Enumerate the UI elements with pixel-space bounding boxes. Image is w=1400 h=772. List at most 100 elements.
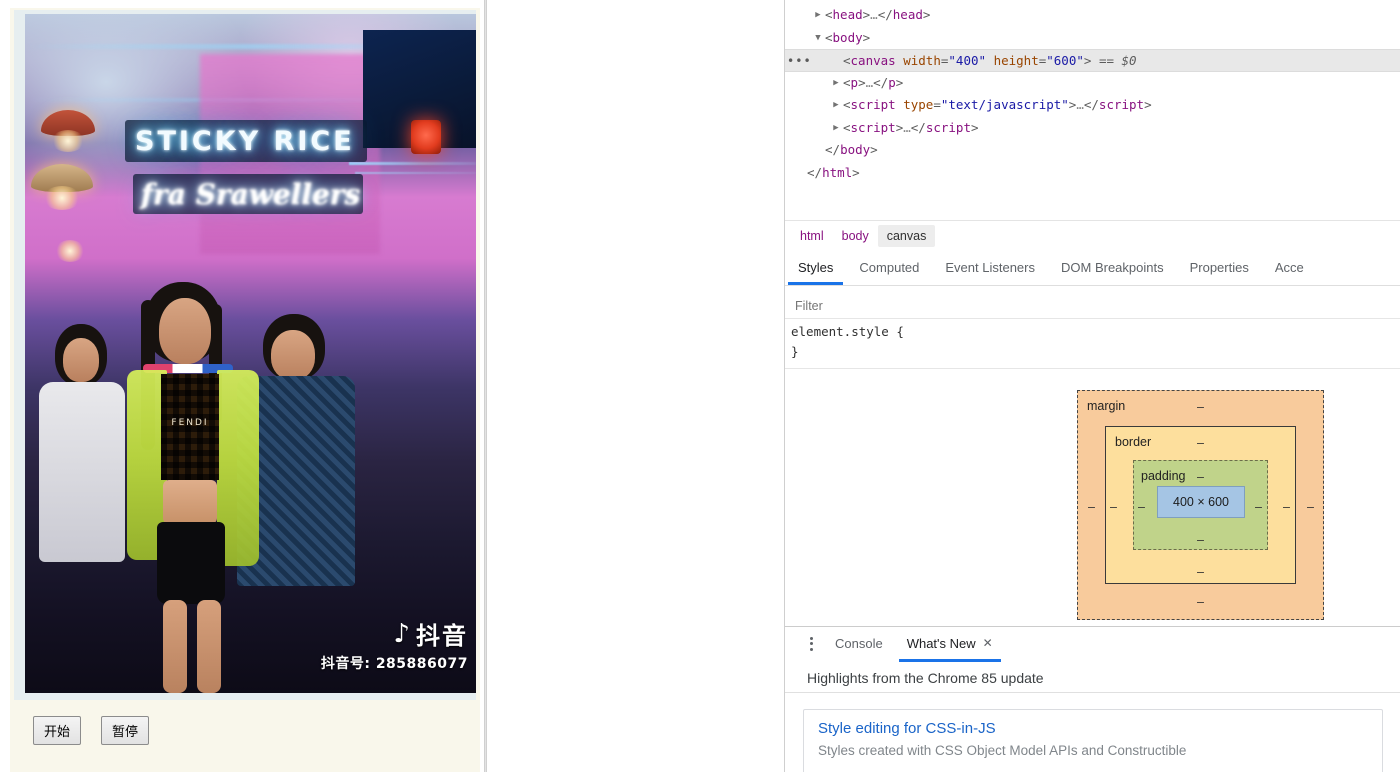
chevron-right-icon[interactable]: ▶	[827, 72, 845, 95]
douyin-watermark: ♪ 抖音 抖音号: 285886077	[321, 616, 468, 673]
devtools-drawer: Console What's New ✕ Highlights from the C…	[785, 626, 1400, 772]
close-icon[interactable]: ✕	[983, 636, 993, 650]
element-style-rule[interactable]: element.style { }	[785, 322, 1400, 369]
dom-tree-node[interactable]: </html>	[785, 162, 1400, 185]
watermark-user-id: 抖音号: 285886077	[320, 656, 468, 672]
fendi-brand-label: FENDI	[171, 418, 209, 428]
blank-region	[487, 0, 784, 772]
watermark-row: ♪ 抖音	[321, 616, 468, 651]
box-model-content-size[interactable]: 400 × 600	[1157, 486, 1245, 518]
box-model-padding-right-value[interactable]: –	[1255, 501, 1262, 514]
styles-filter-input[interactable]	[793, 297, 1113, 314]
fendi-crop-top: FENDI	[161, 374, 219, 480]
tiktok-note-icon: ♪	[393, 618, 410, 649]
person-foreground-main: FENDI	[113, 282, 263, 693]
drawer-tab-label: Console	[835, 635, 883, 651]
tab-computed[interactable]: Computed	[846, 252, 932, 284]
chevron-right-icon[interactable]: ▶	[809, 4, 827, 27]
page-control-buttons: 开始 暂停	[33, 716, 150, 745]
dom-node-markup: </html>	[807, 164, 860, 180]
whats-new-card-description: Styles created with CSS Object Model API…	[818, 743, 1187, 758]
dom-tree-node[interactable]: ▼ <body>	[785, 27, 1400, 50]
box-model-border-bottom-value[interactable]: –	[1197, 566, 1204, 579]
tab-properties[interactable]: Properties	[1177, 252, 1262, 284]
whats-new-card[interactable]: Style editing for CSS-in-JS Styles creat…	[803, 709, 1383, 772]
whats-new-subtitle: Highlights from the Chrome 85 update	[785, 663, 1400, 693]
dom-node-markup: <script>…</script>	[843, 119, 979, 135]
rendered-page-pane: STICKY RICE fra Srawellers FENDI ♪ 抖音 抖音…	[0, 0, 486, 772]
lamp-glow-2	[43, 186, 81, 210]
tab-styles[interactable]: Styles	[785, 252, 846, 285]
drawer-tabbar: Console What's New ✕	[785, 627, 1400, 662]
leg-right	[197, 600, 221, 693]
devtools-window: STICKY RICE fra Srawellers FENDI ♪ 抖音 抖音…	[0, 0, 1400, 772]
watermark-brand: 抖音	[416, 622, 468, 650]
lamp-glow-1	[51, 130, 85, 152]
face-bg-right	[271, 330, 315, 380]
dom-node-markup: <head>…</head>	[825, 7, 931, 22]
dom-node-badge-icon[interactable]: •••	[787, 54, 812, 68]
face-bg-left	[63, 338, 99, 382]
breadcrumb-item-canvas[interactable]: canvas	[877, 224, 936, 247]
dom-tree-node[interactable]: ••• <canvas width="400" height="600"> == …	[785, 49, 1400, 72]
sticky-rice-sign-text: STICKY RICE	[135, 126, 355, 157]
box-model-padding-bottom-value[interactable]: –	[1197, 534, 1204, 547]
box-model-margin-right-value[interactable]: –	[1307, 501, 1314, 514]
dom-node-markup: <body>	[825, 29, 871, 45]
box-model-border-top-value[interactable]: –	[1197, 437, 1204, 450]
dom-tree-node[interactable]: </body>	[785, 139, 1400, 162]
box-model-padding-top-value[interactable]: –	[1197, 471, 1204, 484]
canvas-video-frame: STICKY RICE fra Srawellers FENDI ♪ 抖音 抖音…	[25, 14, 476, 693]
dom-node-markup: </body>	[825, 142, 878, 157]
pause-button[interactable]: 暂停	[101, 716, 150, 745]
box-model-margin-bottom-value[interactable]: –	[1197, 596, 1204, 609]
box-model-margin-label: margin	[1087, 399, 1126, 413]
devtools-panel: ▶ <head>…</head> ▼ <body> ••• <canvas width="…	[784, 0, 1400, 772]
start-button[interactable]: 开始	[33, 716, 82, 745]
face-main	[159, 298, 211, 364]
chevron-right-icon[interactable]: ▶	[827, 94, 845, 117]
tab-event-listeners[interactable]: Event Listeners	[932, 252, 1048, 284]
whats-new-card-title[interactable]: Style editing for CSS-in-JS	[818, 720, 1368, 737]
breadcrumb-item-body[interactable]: body	[833, 225, 878, 247]
sticky-rice-sub-sign-text: fra Srawellers	[141, 178, 361, 211]
box-model-padding-left-value[interactable]: –	[1138, 501, 1145, 514]
blue-panel-neon-edge	[349, 162, 476, 165]
chevron-right-icon[interactable]: ▶	[827, 117, 845, 140]
breadcrumb: html body canvas	[785, 220, 1400, 250]
drawer-tab-console[interactable]: Console	[823, 628, 895, 660]
styles-filter-row[interactable]	[785, 293, 1400, 319]
element-style-open-line: element.style {	[791, 324, 904, 339]
dom-tree-node[interactable]: ▶ <p>…</p>	[785, 72, 1400, 95]
box-model-border-right-value[interactable]: –	[1283, 501, 1290, 514]
dom-tree-node[interactable]: ▶ <script type="text/javascript">…</scrip…	[785, 94, 1400, 117]
tab-acce[interactable]: Acce	[1262, 252, 1317, 284]
box-model-border-left-value[interactable]: –	[1110, 501, 1117, 514]
drawer-tab-what-s-new[interactable]: What's New ✕	[895, 628, 1005, 662]
box-model-margin-top-value[interactable]: –	[1197, 401, 1204, 414]
dom-node-markup: <script type="text/javascript">…</script…	[843, 97, 1152, 112]
midriff-skin	[163, 480, 217, 524]
box-model-padding-label: padding	[1141, 469, 1186, 483]
styles-divider	[785, 368, 1400, 369]
whats-new-content: Style editing for CSS-in-JS Styles creat…	[785, 695, 1400, 772]
element-style-close-line: }	[791, 344, 799, 359]
dom-node-markup: <canvas width="400" height="600"> == $0	[843, 53, 1137, 68]
blue-panel-neon-edge-2	[355, 172, 476, 174]
box-model-border-label: border	[1115, 435, 1152, 449]
dom-node-markup: <p>…</p>	[843, 74, 904, 90]
dom-tree-view[interactable]: ▶ <head>…</head> ▼ <body> ••• <canvas width="…	[785, 0, 1400, 216]
more-options-icon[interactable]	[799, 627, 823, 660]
dom-tree-node[interactable]: ▶ <script>…</script>	[785, 117, 1400, 140]
dom-tree-node[interactable]: ▶ <head>…</head>	[785, 4, 1400, 27]
box-model-diagram[interactable]: margin – – – – border – – – – padding – …	[1077, 390, 1324, 620]
black-shorts	[157, 522, 225, 604]
tab-dom-breakpoints[interactable]: DOM Breakpoints	[1048, 252, 1177, 284]
canvas-element[interactable]: STICKY RICE fra Srawellers FENDI ♪ 抖音 抖音…	[25, 14, 476, 693]
breadcrumb-item-html[interactable]: html	[791, 225, 833, 247]
lamp-glow-3	[55, 240, 85, 262]
chevron-down-icon[interactable]: ▼	[809, 27, 827, 50]
box-model-margin-left-value[interactable]: –	[1088, 501, 1095, 514]
leg-left	[163, 600, 187, 693]
drawer-tab-label: What's New	[906, 635, 976, 651]
